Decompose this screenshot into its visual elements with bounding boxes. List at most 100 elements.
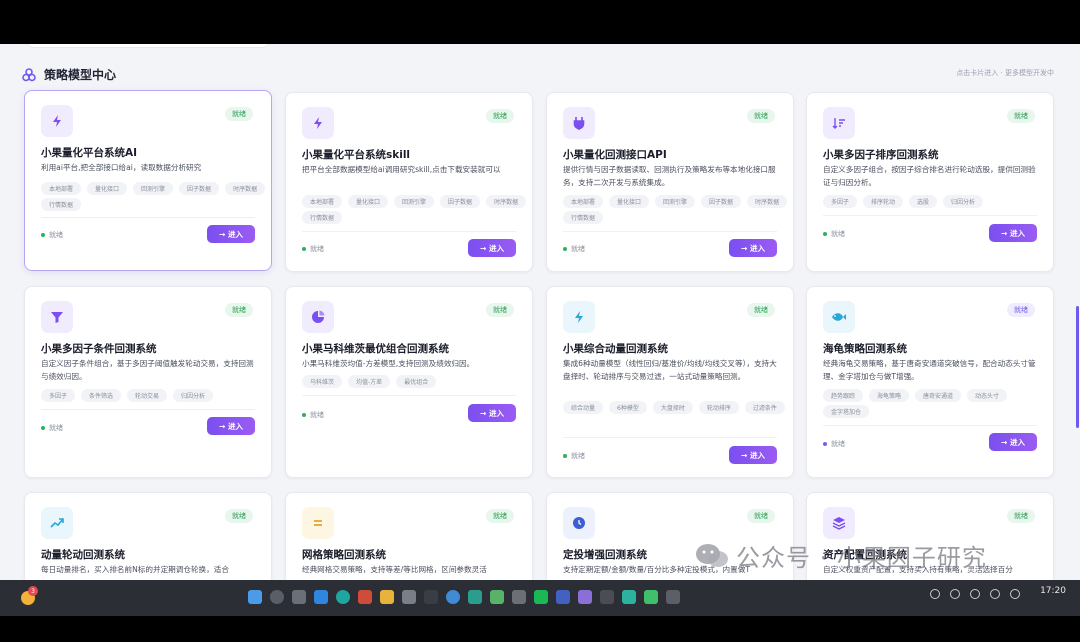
tray-icon[interactable]	[970, 589, 980, 599]
strategy-card[interactable]: 就绪 网格策略回测系统 经典网格交易策略，支持等差/等比网格，区间参数灵活	[285, 492, 533, 580]
app-icon[interactable]	[358, 590, 372, 604]
enter-button[interactable]: → 进入	[468, 404, 516, 422]
tag: 因子数据	[179, 182, 220, 195]
search-icon[interactable]	[270, 590, 284, 604]
previous-panel-edge	[26, 44, 270, 48]
card-description: 小果马科维茨均值-方差模型,支持回测及绩效归因。	[302, 359, 475, 368]
wechat-taskbar-icon[interactable]	[534, 590, 548, 604]
tag: 量化接口	[609, 195, 650, 208]
status-badge: 就绪	[1007, 109, 1035, 123]
divider	[563, 437, 777, 438]
status-dot	[41, 426, 45, 430]
app-icon[interactable]	[556, 590, 570, 604]
card-icon-box	[563, 301, 595, 333]
app-icon[interactable]	[578, 590, 592, 604]
tag: 轮动排序	[698, 401, 739, 414]
card-title: 小果综合动量回测系统	[563, 343, 668, 355]
strategy-card[interactable]: 就绪 小果多因子排序回测系统 自定义多因子组合，按因子综合排名进行轮动选股，提供…	[806, 92, 1054, 272]
pie-chart-icon	[312, 310, 325, 323]
enter-button[interactable]: → 进入	[468, 239, 516, 257]
tag-list: 马科维茨 均值-方差 最优组合	[302, 375, 528, 388]
strategy-card[interactable]: 就绪 小果马科维茨最优组合回测系统 小果马科维茨均值-方差模型,支持回测及绩效归…	[285, 286, 533, 478]
status-badge: 就绪	[747, 109, 775, 123]
app-icon[interactable]	[622, 590, 636, 604]
browser-icon[interactable]	[314, 590, 328, 604]
strategy-card[interactable]: 就绪 小果量化平台系统skill 把平台全部数据模型给ai调用研究skill,点…	[285, 92, 533, 272]
tag: 排序轮动	[863, 195, 904, 208]
enter-button[interactable]: → 进入	[989, 433, 1037, 451]
tray-icon[interactable]	[930, 589, 940, 599]
start-icon[interactable]	[248, 590, 262, 604]
section-header: 策略模型中心	[22, 66, 116, 83]
app-icon[interactable]	[666, 590, 680, 604]
tag: 多因子	[823, 195, 858, 208]
card-icon-box	[563, 107, 595, 139]
ready-status: 就绪	[302, 410, 324, 420]
status-badge: 就绪	[486, 303, 514, 317]
app-icon[interactable]	[644, 590, 658, 604]
card-icon-box	[823, 301, 855, 333]
strategy-card[interactable]: 就绪 动量轮动回测系统 每日动量排名，买入排名前N标的并定期调仓轮换，适合	[24, 492, 272, 580]
card-title: 定投增强回测系统	[563, 549, 647, 561]
enter-button[interactable]: → 进入	[729, 446, 777, 464]
tag: 回测引擎	[655, 195, 696, 208]
app-icon[interactable]	[600, 590, 614, 604]
app-icon[interactable]	[512, 590, 526, 604]
scrollbar[interactable]	[1074, 44, 1080, 580]
tag: 选股	[909, 195, 938, 208]
tray-icon[interactable]	[990, 589, 1000, 599]
card-title: 小果马科维茨最优组合回测系统	[302, 343, 449, 355]
strategy-card[interactable]: 就绪 小果多因子条件回测系统 自定义因子条件组合，基于多因子阈值触发轮动交易，支…	[24, 286, 272, 478]
status-dot	[823, 232, 827, 236]
scrollbar-thumb[interactable]	[1076, 306, 1079, 428]
enter-button[interactable]: → 进入	[207, 417, 255, 435]
divider	[302, 231, 516, 232]
section-title: 策略模型中心	[44, 68, 117, 82]
ready-status: 就绪	[302, 244, 324, 254]
enter-button[interactable]: → 进入	[729, 239, 777, 257]
ready-status: 就绪	[563, 451, 585, 461]
strategy-card[interactable]: 就绪 小果量化回测接口API 提供行情与因子数据读取、回测执行及策略发布等本地化…	[546, 92, 794, 272]
fish-icon	[832, 313, 846, 321]
card-description: 自定义多因子组合，按因子综合排名进行轮动选股，提供回测验证与归因分析。	[823, 165, 1036, 187]
tag: 归因分析	[943, 195, 984, 208]
strategy-card[interactable]: 就绪 海龟策略回测系统 经典海龟交易策略，基于唐奇安通道突破信号，配合动态头寸管…	[806, 286, 1054, 478]
taskview-icon[interactable]	[292, 590, 306, 604]
clock-icon	[573, 517, 585, 529]
app-icon[interactable]	[424, 590, 438, 604]
tray-icon[interactable]	[950, 589, 960, 599]
enter-button[interactable]: → 进入	[989, 224, 1037, 242]
tag: 本地部署	[41, 182, 82, 195]
card-description: 提供行情与因子数据读取、回测执行及策略发布等本地化接口服务，支持二次开发与系统集…	[563, 165, 776, 187]
status-badge: 就绪	[486, 109, 514, 123]
trend-up-icon	[50, 518, 64, 528]
tag: 最优组合	[396, 375, 437, 388]
tag: 轮动交易	[127, 389, 168, 402]
lightning-icon	[53, 115, 61, 127]
edge-icon[interactable]	[336, 590, 350, 604]
tag: 回测引擎	[133, 182, 174, 195]
strategy-card[interactable]: 就绪 小果量化平台系统AI 利用ai平台,把全部接口给ai，读取数据分析研究 本…	[24, 90, 272, 271]
divider	[302, 395, 516, 396]
tray-icon[interactable]	[1010, 589, 1020, 599]
ready-status: 就绪	[41, 423, 63, 433]
notification-count-badge: 3	[28, 586, 38, 596]
card-icon-box	[823, 507, 855, 539]
app-icon[interactable]	[490, 590, 504, 604]
app-icon[interactable]	[468, 590, 482, 604]
folder-icon[interactable]	[380, 590, 394, 604]
card-description: 把平台全部数据模型给ai调用研究skill,点击下载安装就可以	[302, 165, 501, 174]
strategy-card[interactable]: 就绪 小果综合动量回测系统 集成6种动量模型（线性回归/基准价/均线/均线交叉等…	[546, 286, 794, 478]
card-title: 小果量化平台系统AI	[41, 147, 138, 159]
tag-list: 本地部署 量化接口 回测引擎 因子数据 时序数据 行情数据	[41, 182, 267, 211]
app-icon[interactable]	[446, 590, 460, 604]
app-icon[interactable]	[402, 590, 416, 604]
enter-button[interactable]: → 进入	[207, 225, 255, 243]
section-hint: 点击卡片进入 · 更多模型开发中	[956, 69, 1054, 77]
card-icon-box	[302, 301, 334, 333]
tag-list: 趋势跟踪 海龟策略 唐奇安通道 动态头寸 金字塔加仓	[823, 389, 1049, 418]
lightning-icon	[575, 311, 583, 323]
clock[interactable]: 17:20	[1040, 586, 1066, 596]
sort-icon	[832, 118, 845, 129]
tag: 量化接口	[87, 182, 128, 195]
